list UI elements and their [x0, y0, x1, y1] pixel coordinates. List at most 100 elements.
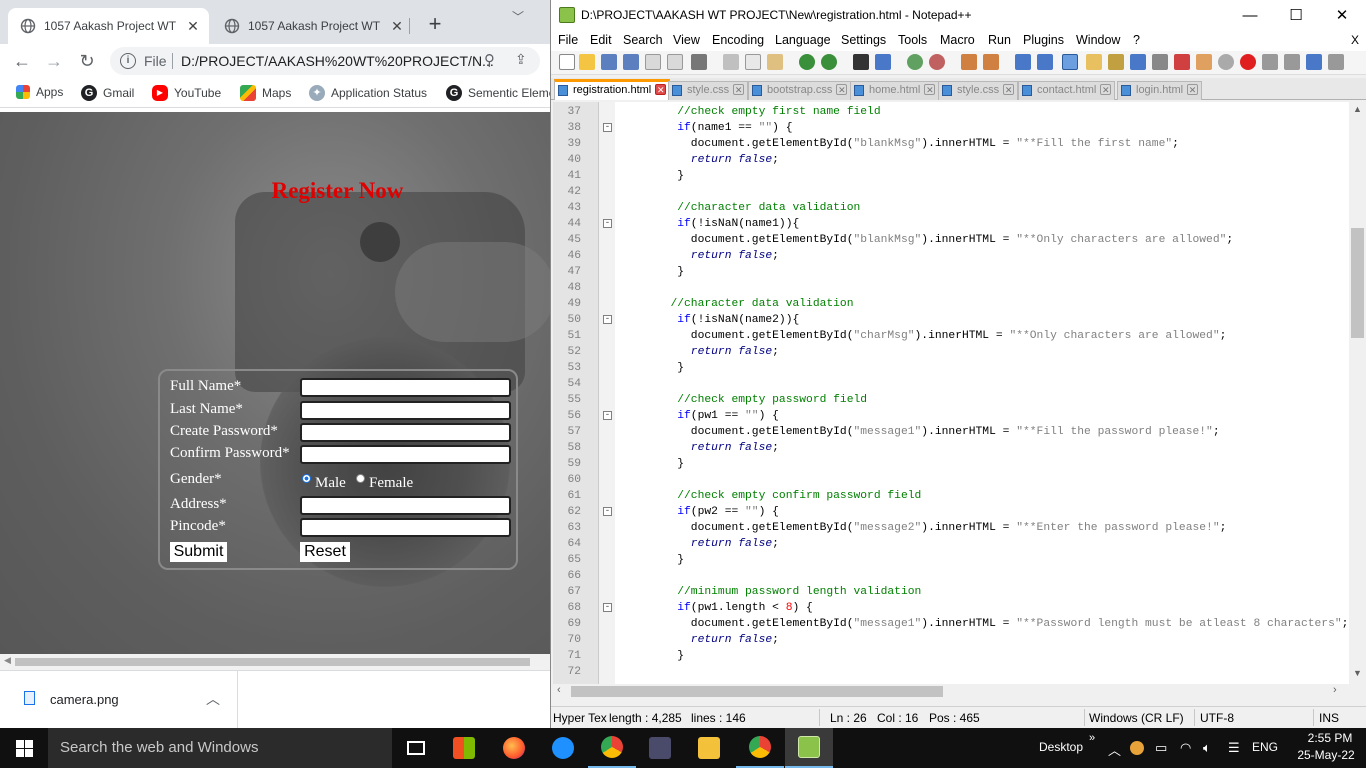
- doc-tab-contact-html[interactable]: contact.html ✕: [1018, 81, 1116, 100]
- scroll-down-icon[interactable]: ▼: [1353, 668, 1362, 678]
- bookmark-apps[interactable]: Apps: [16, 85, 63, 99]
- code-line[interactable]: 67 //minimum password length validation: [553, 584, 1349, 600]
- close-icon[interactable]: ✕: [733, 84, 745, 95]
- menu-macro[interactable]: Macro: [940, 33, 975, 47]
- save-all-icon[interactable]: [623, 54, 639, 70]
- zoom-out-icon[interactable]: [929, 54, 945, 70]
- last-name-input[interactable]: [300, 401, 511, 420]
- code-line[interactable]: 71 }: [553, 648, 1349, 664]
- scroll-left-icon[interactable]: ‹: [557, 684, 561, 696]
- paste-icon[interactable]: [767, 54, 783, 70]
- close-all-icon[interactable]: [667, 54, 683, 70]
- indent-guide-icon[interactable]: [1062, 54, 1078, 70]
- code-line[interactable]: 44 - if(!isNaN(name1)){: [553, 216, 1349, 232]
- code-line[interactable]: 41 }: [553, 168, 1349, 184]
- editor-horizontal-scrollbar[interactable]: ‹ ›: [553, 684, 1349, 699]
- copy-icon[interactable]: [745, 54, 761, 70]
- address-bar[interactable]: i File D:/PROJECT/AAKASH%20WT%20PROJECT/…: [110, 47, 540, 75]
- forward-icon[interactable]: →: [43, 50, 65, 72]
- back-icon[interactable]: ←: [11, 50, 33, 72]
- maximize-icon[interactable]: ☐: [1273, 4, 1319, 28]
- code-line[interactable]: 39 document.getElementById("blankMsg").i…: [553, 136, 1349, 152]
- address-input[interactable]: [300, 496, 511, 515]
- menu-help[interactable]: ?: [1133, 33, 1140, 47]
- battery-icon[interactable]: ▭: [1155, 740, 1167, 756]
- code-line[interactable]: 57 document.getElementById("message1").i…: [553, 424, 1349, 440]
- zoom-in-icon[interactable]: [907, 54, 923, 70]
- clock-date[interactable]: 25-May-22: [1292, 748, 1360, 762]
- close-icon[interactable]: ✕: [924, 84, 936, 95]
- menu-run[interactable]: Run: [988, 33, 1011, 47]
- chevron-up-icon[interactable]: ︿: [206, 689, 220, 709]
- code-line[interactable]: 61 //check empty confirm password field: [553, 488, 1349, 504]
- code-line[interactable]: 51 document.getElementById("charMsg").in…: [553, 328, 1349, 344]
- fold-toggle-icon[interactable]: -: [603, 603, 612, 612]
- code-line[interactable]: 68 - if(pw1.length < 8) {: [553, 600, 1349, 616]
- scroll-up-icon[interactable]: ▲: [1353, 104, 1362, 114]
- confirm-password-input[interactable]: [300, 445, 511, 464]
- code-line[interactable]: 60: [553, 472, 1349, 488]
- scroll-right-icon[interactable]: ›: [1333, 684, 1337, 696]
- user-language-icon[interactable]: [1086, 54, 1102, 70]
- code-line[interactable]: 38 - if(name1 == "") {: [553, 120, 1349, 136]
- reload-icon[interactable]: ↻: [76, 50, 98, 72]
- desktop-toolbar-label[interactable]: Desktop: [1039, 740, 1083, 754]
- code-line[interactable]: 65 }: [553, 552, 1349, 568]
- folder-icon[interactable]: [1196, 54, 1212, 70]
- male-radio[interactable]: [302, 474, 311, 483]
- create-password-input[interactable]: [300, 423, 511, 442]
- notification-icon[interactable]: ☰: [1228, 740, 1240, 756]
- code-line[interactable]: 62 - if(pw2 == "") {: [553, 504, 1349, 520]
- full-name-input[interactable]: [300, 378, 511, 397]
- doc-tab-bootstrap-css[interactable]: bootstrap.css ✕: [748, 81, 852, 100]
- code-line[interactable]: 47 }: [553, 264, 1349, 280]
- code-line[interactable]: 50 - if(!isNaN(name2)){: [553, 312, 1349, 328]
- code-line[interactable]: 70 return false;: [553, 632, 1349, 648]
- code-line[interactable]: 63 document.getElementById("message2").i…: [553, 520, 1349, 536]
- code-line[interactable]: 40 return false;: [553, 152, 1349, 168]
- code-line[interactable]: 69 document.getElementById("message1").i…: [553, 616, 1349, 632]
- store-icon[interactable]: [440, 728, 488, 768]
- volume-icon[interactable]: 🔈︎: [1203, 740, 1211, 756]
- close-icon[interactable]: ✕: [836, 84, 848, 95]
- redo-icon[interactable]: [821, 54, 837, 70]
- notepadpp-icon[interactable]: [785, 728, 833, 768]
- scroll-left-icon[interactable]: ◀: [4, 655, 11, 666]
- close-document-button[interactable]: X: [1351, 33, 1359, 47]
- info-icon[interactable]: i: [120, 53, 136, 69]
- code-line[interactable]: 45 document.getElementById("blankMsg").i…: [553, 232, 1349, 248]
- status-encoding[interactable]: UTF-8: [1200, 711, 1234, 725]
- chevron-right-icon[interactable]: »: [1089, 732, 1095, 744]
- wifi-icon[interactable]: ◠: [1180, 740, 1191, 756]
- eye-icon[interactable]: [1218, 54, 1234, 70]
- save-icon[interactable]: [601, 54, 617, 70]
- code-line[interactable]: 43 //character data validation: [553, 200, 1349, 216]
- sync-vertical-icon[interactable]: [961, 54, 977, 70]
- stop-macro-icon[interactable]: [1262, 54, 1278, 70]
- save-macro-icon[interactable]: [1328, 54, 1344, 70]
- menu-encoding[interactable]: Encoding: [712, 33, 764, 47]
- code-line[interactable]: 52 return false;: [553, 344, 1349, 360]
- menu-view[interactable]: View: [673, 33, 700, 47]
- bookmark-youtube[interactable]: ▶ YouTube: [152, 85, 221, 101]
- chrome-tab-active[interactable]: 1057 Aakash Project WT ✕: [8, 8, 209, 44]
- code-line[interactable]: 72: [553, 664, 1349, 680]
- file-explorer-icon[interactable]: [685, 728, 733, 768]
- close-icon[interactable]: ✕: [655, 84, 667, 95]
- code-line[interactable]: 37 //check empty first name field: [553, 104, 1349, 120]
- doc-tab-registration-html[interactable]: registration.html ✕: [554, 79, 671, 100]
- fold-toggle-icon[interactable]: -: [603, 315, 612, 324]
- menu-language[interactable]: Language: [775, 33, 831, 47]
- function-list-icon[interactable]: [1130, 54, 1146, 70]
- submit-button[interactable]: Submit: [170, 542, 227, 562]
- code-line[interactable]: 48: [553, 280, 1349, 296]
- scrollbar-thumb[interactable]: [15, 658, 530, 666]
- chrome-icon[interactable]: [588, 728, 636, 768]
- status-eol[interactable]: Windows (CR LF): [1089, 711, 1184, 725]
- doc-tab-style-css-2[interactable]: style.css ✕: [938, 81, 1019, 100]
- run-macro-multiple-icon[interactable]: [1306, 54, 1322, 70]
- menu-edit[interactable]: Edit: [590, 33, 612, 47]
- sync-horizontal-icon[interactable]: [983, 54, 999, 70]
- code-line[interactable]: 55 //check empty password field: [553, 392, 1349, 408]
- female-radio[interactable]: [356, 474, 365, 483]
